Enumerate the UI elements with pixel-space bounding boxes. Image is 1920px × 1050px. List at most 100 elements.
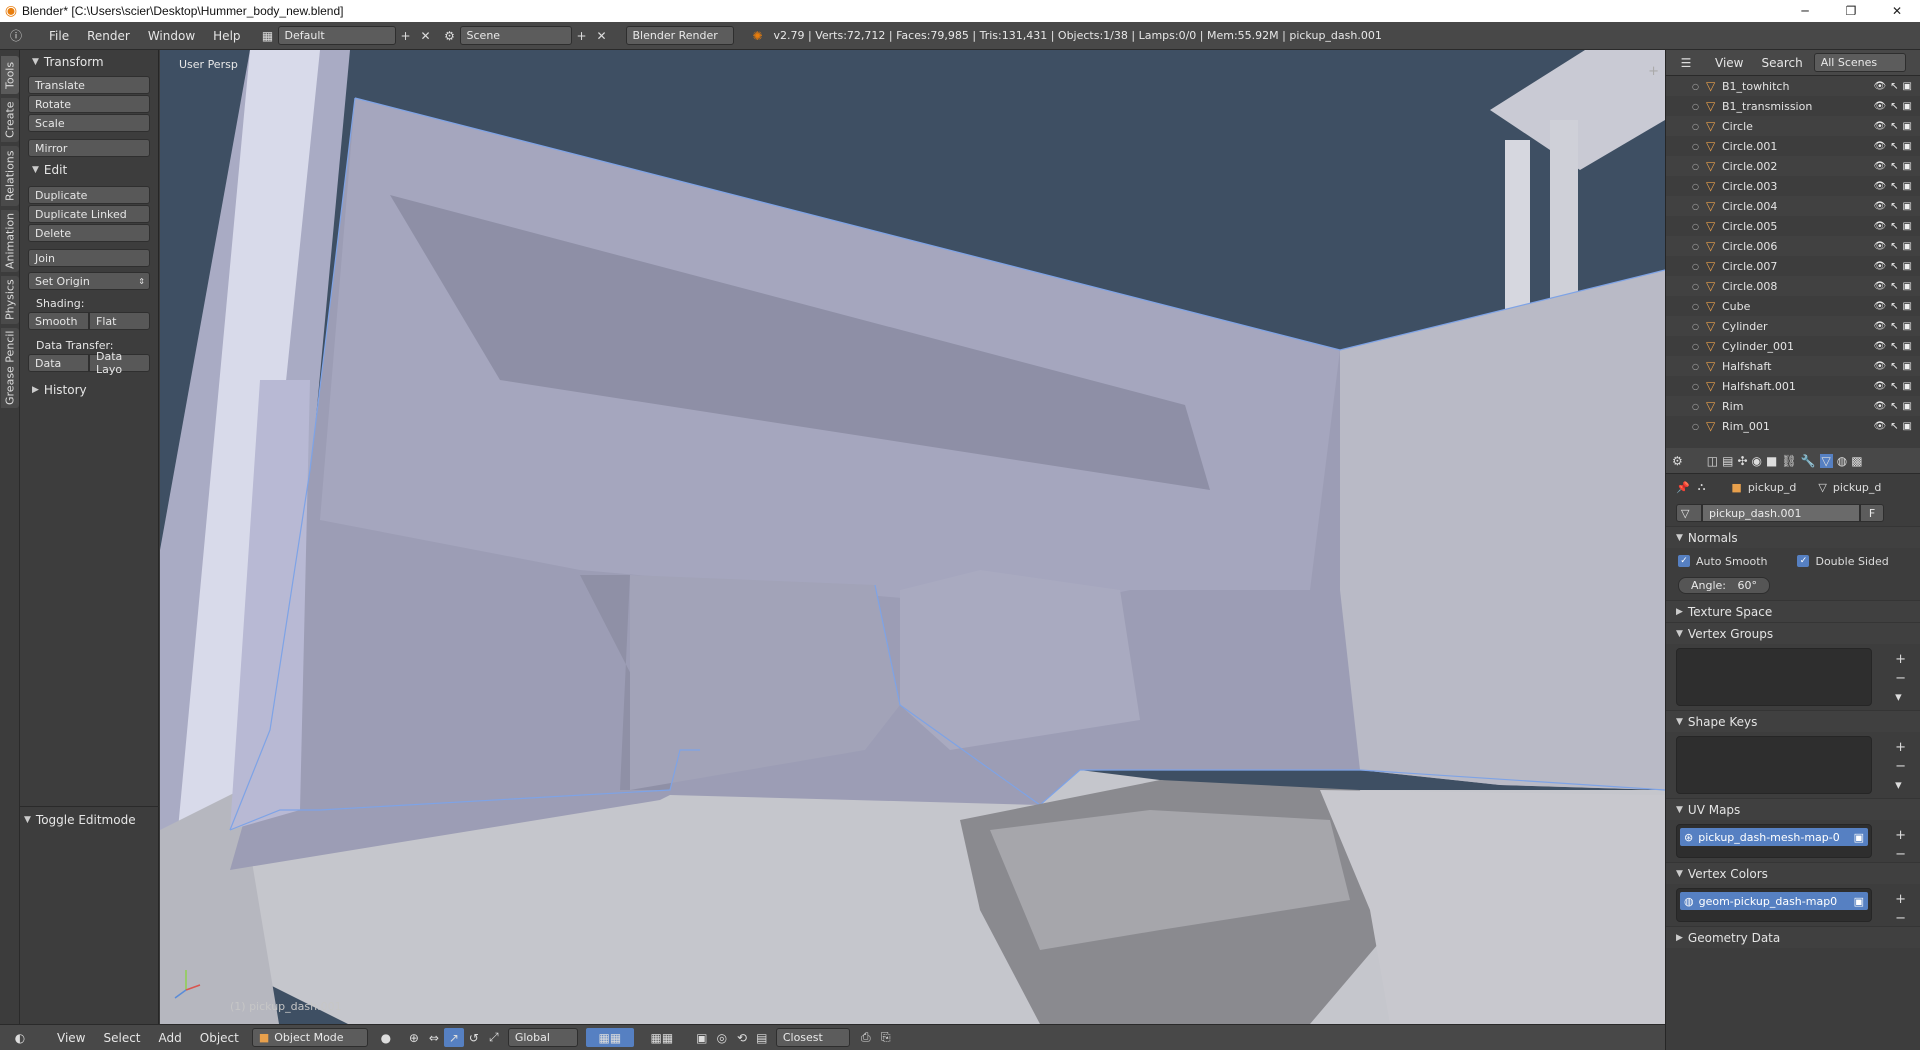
render-layers-tab-icon[interactable]: ▤ [1722, 454, 1733, 468]
outliner-item[interactable]: ○ ▽ Circle 👁 ↖ ▣ [1666, 116, 1920, 136]
visibility-eye-icon[interactable]: 👁 [1873, 381, 1886, 392]
selectable-cursor-icon[interactable]: ↖ [1890, 101, 1898, 112]
selectable-cursor-icon[interactable]: ↖ [1890, 181, 1898, 192]
expand-arrow-icon[interactable]: ○ [1692, 422, 1706, 431]
edit-panel-header[interactable]: ▼ Edit [20, 160, 158, 180]
layers-grid-icon[interactable]: ▦▦ [585, 1028, 634, 1047]
vertex-colors-list[interactable]: ◍ geom-pickup_dash-map0 ▣ [1676, 888, 1872, 922]
geometry-data-panel-header[interactable]: ▶ Geometry Data [1666, 926, 1920, 948]
render-camera-icon[interactable]: ▣ [1854, 831, 1864, 844]
visibility-eye-icon[interactable]: 👁 [1873, 181, 1886, 192]
angle-field[interactable]: Angle: 60° [1678, 576, 1770, 594]
snap-element-icon[interactable]: ▤ [752, 1028, 772, 1047]
remove-vertex-color-icon[interactable]: − [1895, 911, 1906, 926]
render-camera-icon[interactable]: ▣ [1903, 301, 1912, 312]
selectable-cursor-icon[interactable]: ↖ [1890, 241, 1898, 252]
menu-object[interactable]: Object [191, 1031, 248, 1045]
outliner-editor-icon[interactable]: ☰ [1676, 53, 1696, 72]
render-camera-icon[interactable]: ▣ [1903, 361, 1912, 372]
menu-window[interactable]: Window [139, 29, 204, 43]
rotate-manipulator-icon[interactable]: ↺ [464, 1028, 484, 1047]
mesh-name-field[interactable]: pickup_dash.001 [1702, 504, 1860, 522]
render-camera-icon[interactable]: ▣ [1903, 201, 1912, 212]
visibility-eye-icon[interactable]: 👁 [1873, 361, 1886, 372]
vertex-groups-list[interactable] [1676, 648, 1872, 706]
render-camera-icon[interactable]: ▣ [1903, 241, 1912, 252]
visibility-eye-icon[interactable]: 👁 [1873, 101, 1886, 112]
pivot-point-icon[interactable]: ⊕ [404, 1028, 424, 1047]
visibility-eye-icon[interactable]: 👁 [1873, 81, 1886, 92]
data-transfer-button[interactable]: Data [28, 354, 89, 372]
vertex-groups-panel-header[interactable]: ▼ Vertex Groups [1666, 622, 1920, 644]
constraints-tab-icon[interactable]: ⛓ [1781, 454, 1796, 468]
vertex-group-specials-icon[interactable]: ▾ [1895, 690, 1906, 705]
auto-smooth-checkbox[interactable]: ✓ [1678, 555, 1690, 567]
render-camera-icon[interactable]: ▣ [1903, 281, 1912, 292]
history-panel-header[interactable]: ▶ History [20, 380, 158, 400]
render-camera-icon[interactable]: ▣ [1903, 181, 1912, 192]
expand-arrow-icon[interactable]: ○ [1692, 262, 1706, 271]
tab-grease-pencil[interactable]: Grease Pencil [1, 328, 19, 408]
texture-tab-icon[interactable]: ▩ [1851, 454, 1862, 468]
menu-add[interactable]: Add [150, 1031, 191, 1045]
add-uv-map-icon[interactable]: + [1895, 828, 1906, 843]
flat-button[interactable]: Flat [89, 312, 150, 330]
add-vertex-group-icon[interactable]: + [1895, 652, 1906, 667]
outliner-item[interactable]: ○ ▽ Circle.003 👁 ↖ ▣ [1666, 176, 1920, 196]
outliner-item[interactable]: ○ ▽ Rim_001 👁 ↖ ▣ [1666, 416, 1920, 436]
menu-select[interactable]: Select [94, 1031, 149, 1045]
outliner-item[interactable]: ○ ▽ Cylinder_001 👁 ↖ ▣ [1666, 336, 1920, 356]
properties-editor-icon[interactable]: ⚙ [1672, 454, 1683, 468]
viewport-shading-icon[interactable]: ● [376, 1028, 396, 1047]
expand-arrow-icon[interactable]: ○ [1692, 182, 1706, 191]
fake-user-button[interactable]: F [1860, 504, 1884, 522]
render-camera-icon[interactable]: ▣ [1903, 381, 1912, 392]
expand-arrow-icon[interactable]: ○ [1692, 242, 1706, 251]
layout-grid-icon[interactable]: ▦ [258, 26, 278, 45]
transform-panel-header[interactable]: ▼ Transform [20, 52, 158, 72]
scene-dropdown[interactable]: Scene [459, 26, 572, 45]
visibility-eye-icon[interactable]: 👁 [1873, 161, 1886, 172]
visibility-eye-icon[interactable]: 👁 [1873, 201, 1886, 212]
selectable-cursor-icon[interactable]: ↖ [1890, 421, 1898, 432]
remove-vertex-group-icon[interactable]: − [1895, 671, 1906, 686]
toggle-editmode-header[interactable]: ▼ Toggle Editmode [12, 810, 136, 830]
rotate-button[interactable]: Rotate [28, 95, 150, 113]
uv-map-item[interactable]: ⊛ pickup_dash-mesh-map-0 ▣ [1680, 828, 1868, 846]
outliner-item[interactable]: ○ ▽ Circle.006 👁 ↖ ▣ [1666, 236, 1920, 256]
delete-button[interactable]: Delete [28, 224, 150, 242]
outliner-menu-search[interactable]: Search [1752, 56, 1811, 70]
expand-arrow-icon[interactable]: ○ [1692, 102, 1706, 111]
pin-icon[interactable]: 📌 [1676, 481, 1690, 494]
vertex-color-item[interactable]: ◍ geom-pickup_dash-map0 ▣ [1680, 892, 1868, 910]
expand-arrow-icon[interactable]: ○ [1692, 402, 1706, 411]
editor-type-icon[interactable]: ◐ [10, 1028, 30, 1047]
modifiers-tab-icon[interactable]: 🔧 [1801, 454, 1816, 468]
opengl-render-anim-icon[interactable]: ⎘ [876, 1028, 896, 1047]
outliner-item[interactable]: ○ ▽ Circle.004 👁 ↖ ▣ [1666, 196, 1920, 216]
render-camera-icon[interactable]: ▣ [1903, 161, 1912, 172]
selectable-cursor-icon[interactable]: ↖ [1890, 321, 1898, 332]
translate-manipulator-icon[interactable]: ↗ [443, 1028, 464, 1047]
material-tab-icon[interactable]: ◍ [1837, 454, 1847, 468]
outliner-item[interactable]: ○ ▽ Cube 👁 ↖ ▣ [1666, 296, 1920, 316]
expand-arrow-icon[interactable]: ○ [1692, 202, 1706, 211]
expand-arrow-icon[interactable]: ○ [1692, 82, 1706, 91]
double-sided-checkbox[interactable]: ✓ [1797, 555, 1810, 567]
visibility-eye-icon[interactable]: 👁 [1873, 241, 1886, 252]
render-camera-icon[interactable]: ▣ [1903, 81, 1912, 92]
outliner-item[interactable]: ○ ▽ Circle.001 👁 ↖ ▣ [1666, 136, 1920, 156]
scene-icon[interactable]: ⚙ [440, 26, 460, 45]
add-shape-key-icon[interactable]: + [1895, 740, 1906, 755]
selectable-cursor-icon[interactable]: ↖ [1890, 401, 1898, 412]
uv-maps-panel-header[interactable]: ▼ UV Maps [1666, 798, 1920, 820]
expand-arrow-icon[interactable]: ○ [1692, 122, 1706, 131]
tab-relations[interactable]: Relations [1, 146, 19, 206]
render-camera-icon[interactable]: ▣ [1903, 261, 1912, 272]
expand-arrow-icon[interactable]: ○ [1692, 382, 1706, 391]
expand-arrow-icon[interactable]: ○ [1692, 142, 1706, 151]
viewport-plus-icon[interactable]: + [1648, 64, 1659, 79]
add-scene-icon[interactable]: + [572, 26, 592, 45]
object-tab-icon[interactable]: ■ [1766, 454, 1777, 468]
add-vertex-color-icon[interactable]: + [1895, 892, 1906, 907]
